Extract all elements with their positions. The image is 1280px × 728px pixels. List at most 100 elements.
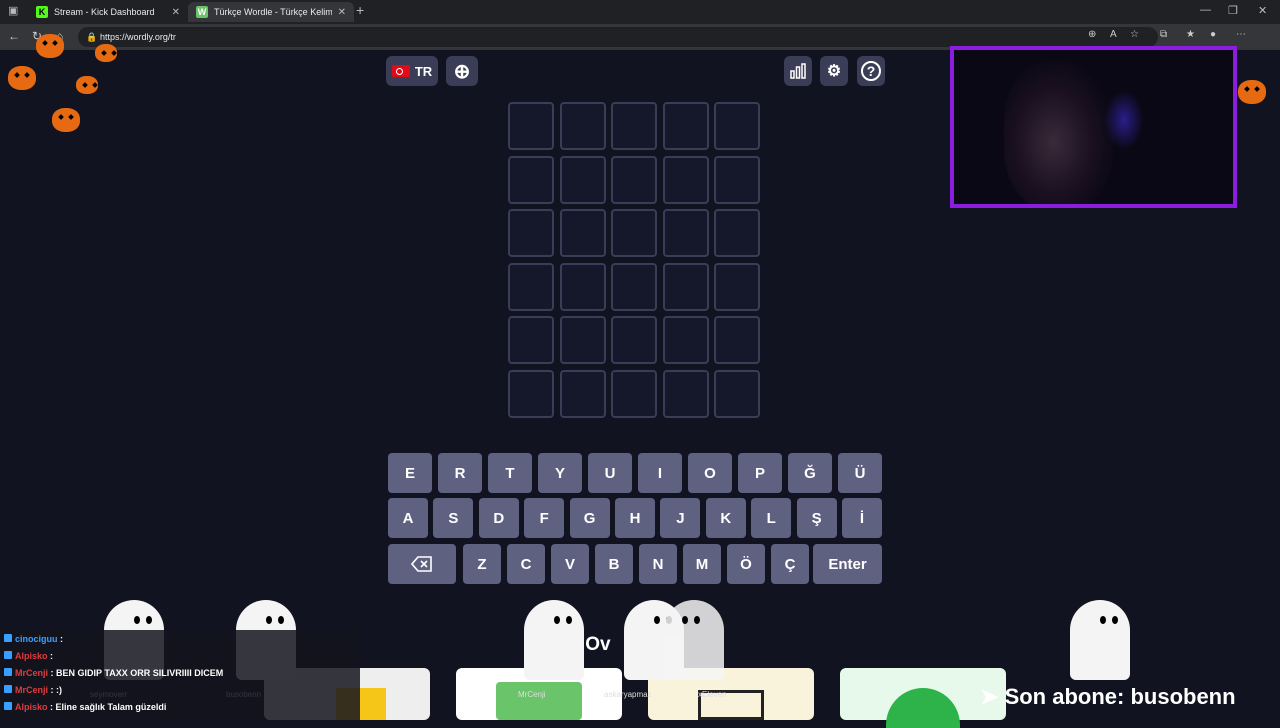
chat-badge-icon — [4, 685, 12, 693]
key-ş[interactable]: Ş — [796, 498, 837, 538]
letter-tile — [611, 155, 657, 204]
key-d[interactable]: D — [478, 498, 519, 538]
chat-username[interactable]: MrCenji — [15, 668, 48, 678]
help-button[interactable]: ? — [857, 56, 885, 86]
new-tab-icon[interactable]: + — [356, 2, 364, 18]
streamer-silhouette — [1004, 60, 1114, 204]
key-b[interactable]: B — [595, 544, 633, 584]
bar-chart-icon — [790, 63, 806, 79]
letter-tile — [508, 316, 554, 365]
minimize-icon[interactable]: — — [1200, 4, 1211, 16]
letter-tile — [559, 262, 606, 311]
chat-username[interactable]: cinociguu — [15, 634, 58, 644]
close-icon[interactable]: ✕ — [338, 7, 346, 18]
chat-message: MrCenji : :) — [4, 685, 62, 695]
profile-icon[interactable]: ● — [1210, 29, 1216, 40]
key-c[interactable]: C — [507, 544, 545, 584]
card-art — [886, 688, 960, 728]
chat-username[interactable]: MrCenji — [15, 685, 48, 695]
language-label: TR — [414, 63, 433, 79]
chat-badge-icon — [4, 702, 12, 710]
gear-icon: ⚙ — [826, 63, 842, 80]
close-window-icon[interactable]: ✕ — [1258, 4, 1267, 17]
letter-tile — [611, 316, 657, 365]
language-button[interactable]: TR — [386, 56, 438, 86]
read-aloud-icon[interactable]: A — [1110, 29, 1117, 40]
wordly-icon: W — [196, 6, 208, 18]
tab-title: Türkçe Wordle - Türkçe Kelimeler — [214, 7, 332, 17]
chat-badge-icon — [4, 651, 12, 659]
more-icon[interactable]: ⋯ — [1236, 29, 1246, 40]
key-s[interactable]: S — [433, 498, 474, 538]
chat-text: : Eline sağlık Talam güzeldi — [50, 702, 167, 712]
key-ö[interactable]: Ö — [727, 544, 765, 584]
key-a[interactable]: A — [388, 498, 428, 538]
key-v[interactable]: V — [551, 544, 589, 584]
letter-tile — [714, 209, 760, 258]
letter-tile — [508, 209, 554, 258]
letter-tile — [662, 370, 709, 418]
stats-button[interactable] — [784, 56, 812, 86]
chat-text: : BEN GIDIP TAXX ORR SILIVRIIII DICEM — [50, 668, 224, 678]
new-game-button[interactable]: ⊕ — [446, 56, 478, 86]
backspace-key[interactable] — [388, 544, 456, 584]
key-g[interactable]: G — [569, 498, 610, 538]
close-icon[interactable]: ✕ — [172, 7, 180, 18]
key-i̇[interactable]: İ — [842, 498, 882, 538]
url-input[interactable]: 🔒 https://wordly.org/tr — [78, 27, 1158, 47]
key-ğ[interactable]: Ğ — [788, 453, 832, 493]
key-l[interactable]: L — [751, 498, 792, 538]
letter-tile — [508, 102, 554, 150]
ghost-icon — [524, 600, 584, 680]
ghost-icon — [664, 600, 724, 680]
key-n[interactable]: N — [639, 544, 677, 584]
enter-key[interactable]: Enter — [813, 544, 882, 584]
key-j[interactable]: J — [660, 498, 701, 538]
key-e[interactable]: E — [388, 453, 432, 493]
settings-button[interactable]: ⚙ — [820, 56, 848, 86]
browser-tab-bar: K Stream - Kick Dashboard ✕ W Türkçe Wor… — [0, 0, 1280, 24]
letter-tile — [662, 316, 709, 365]
tab-wordly[interactable]: W Türkçe Wordle - Türkçe Kelimeler ✕ — [188, 2, 354, 22]
chat-message: MrCenji : BEN GIDIP TAXX ORR SILIVRIIII … — [4, 668, 223, 678]
key-ç[interactable]: Ç — [771, 544, 809, 584]
maximize-icon[interactable]: ❐ — [1228, 4, 1238, 17]
letter-tile — [559, 316, 606, 365]
chat-username[interactable]: Alpisko — [15, 651, 48, 661]
letter-tile — [611, 370, 657, 418]
key-f[interactable]: F — [524, 498, 565, 538]
key-z[interactable]: Z — [463, 544, 501, 584]
chat-message: Alpisko : Eline sağlık Talam güzeldi — [4, 702, 166, 712]
zoom-icon[interactable]: ⊕ — [1088, 29, 1096, 40]
key-o[interactable]: O — [688, 453, 732, 493]
extensions-icon[interactable]: ⧉ — [1160, 29, 1167, 40]
ghost-icon — [1070, 600, 1130, 680]
key-p[interactable]: P — [738, 453, 782, 493]
favorite-icon[interactable]: ☆ — [1130, 29, 1139, 40]
chat-username[interactable]: Alpisko — [15, 702, 48, 712]
key-y[interactable]: Y — [538, 453, 582, 493]
pumpkin-icon — [95, 44, 117, 62]
key-t[interactable]: T — [488, 453, 532, 493]
pumpkin-icon — [52, 108, 80, 132]
collections-icon[interactable]: ★ — [1186, 29, 1195, 40]
chat-badge-icon — [4, 634, 12, 642]
overlay-name: askaryapmaz — [604, 690, 652, 699]
key-k[interactable]: K — [705, 498, 746, 538]
back-icon[interactable]: ← — [8, 29, 20, 43]
last-subscriber-text: Son abone: busobenn — [1004, 684, 1236, 709]
key-u[interactable]: U — [588, 453, 632, 493]
key-ü[interactable]: Ü — [838, 453, 882, 493]
letter-tile — [559, 370, 606, 418]
key-h[interactable]: H — [615, 498, 655, 538]
letter-tile — [611, 262, 657, 311]
window-menu-icon[interactable]: ▣ — [8, 4, 18, 17]
chat-text: : :) — [50, 685, 63, 695]
key-r[interactable]: R — [438, 453, 482, 493]
pumpkin-icon — [36, 34, 64, 58]
pumpkin-icon — [1238, 80, 1266, 104]
tab-kick-dashboard[interactable]: K Stream - Kick Dashboard ✕ — [28, 2, 188, 22]
letter-tile — [662, 102, 709, 150]
key-i[interactable]: I — [638, 453, 682, 493]
key-m[interactable]: M — [683, 544, 721, 584]
